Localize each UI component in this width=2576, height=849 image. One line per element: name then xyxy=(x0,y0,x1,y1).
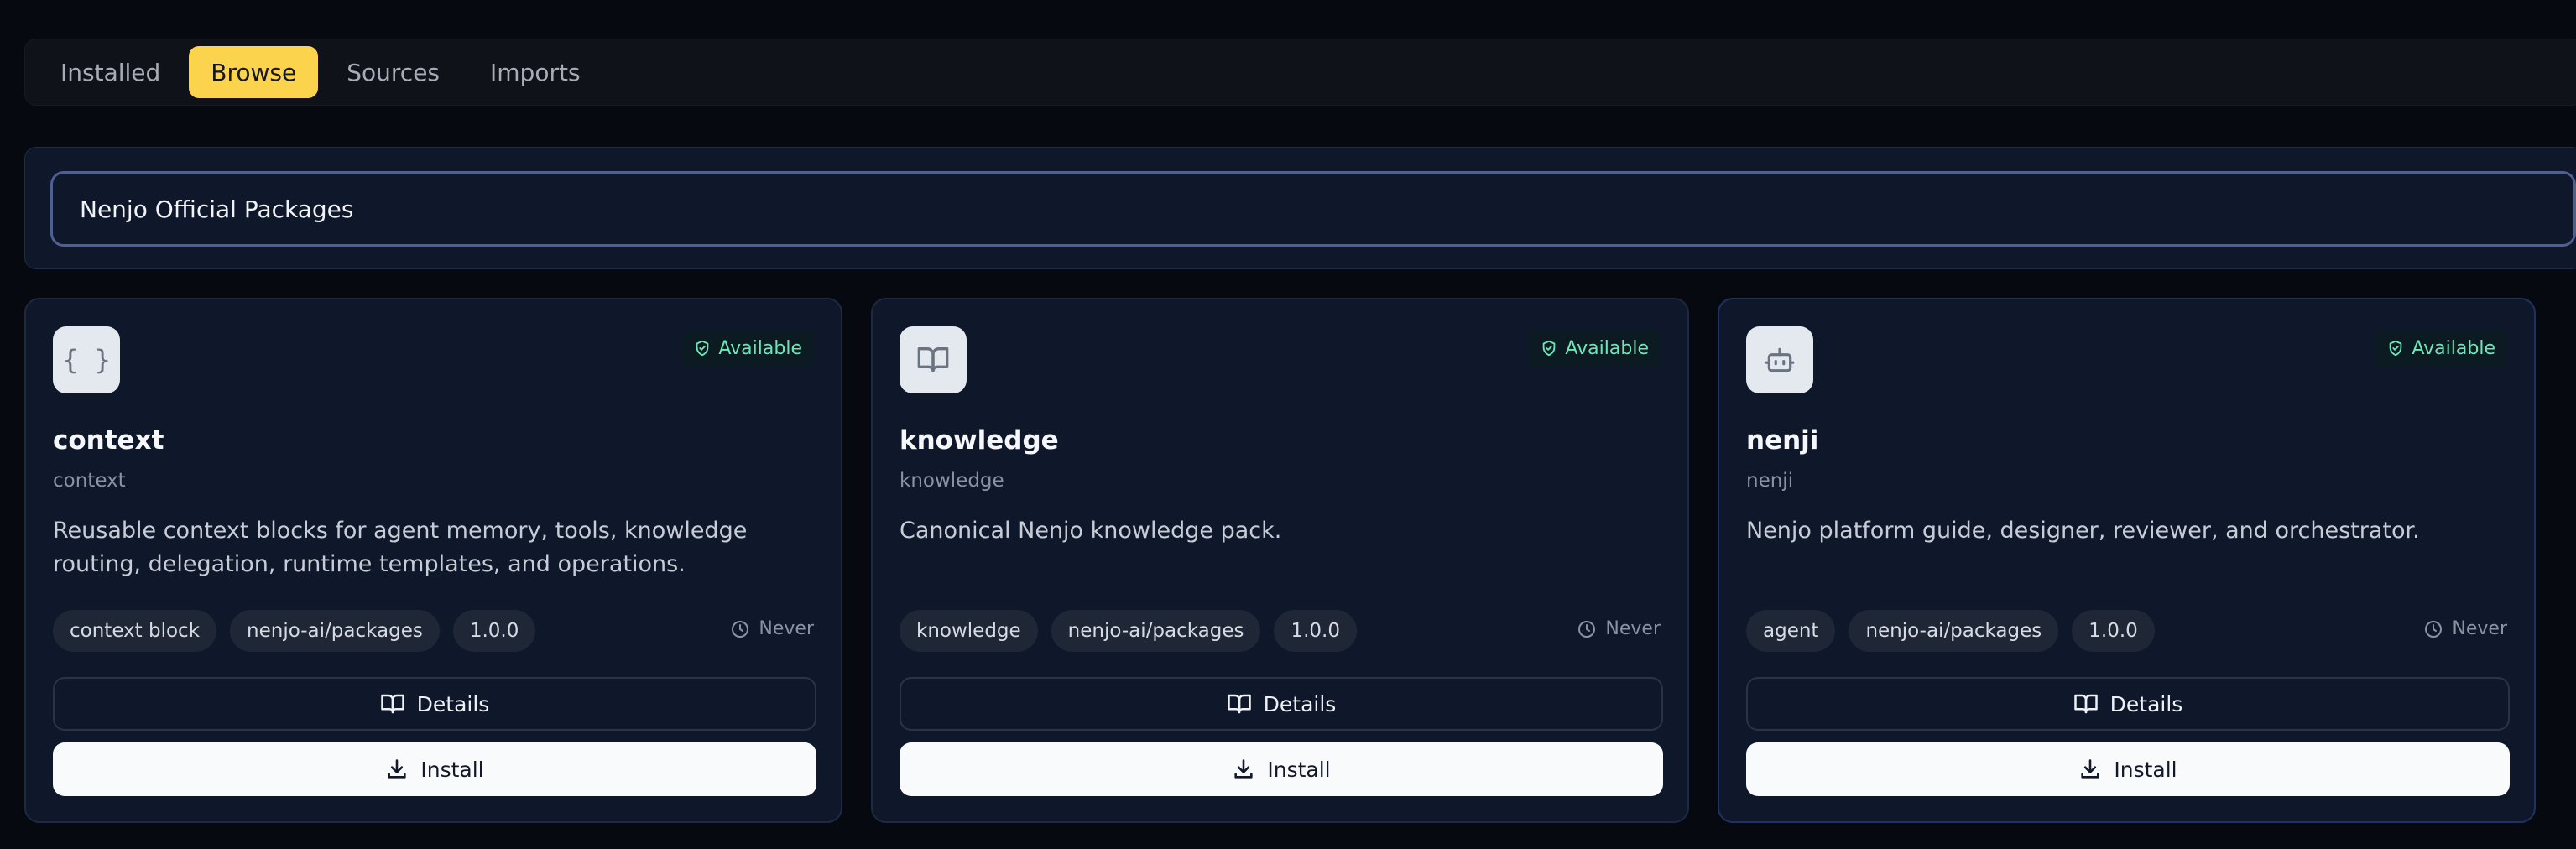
status-badge: Available xyxy=(681,330,814,367)
package-description: Canonical Nenjo knowledge pack. xyxy=(900,518,1282,544)
clock-icon xyxy=(2423,619,2443,639)
tab-bar: Installed Browse Sources Imports xyxy=(24,39,2576,106)
last-updated: Never xyxy=(1577,618,1661,639)
tag: nenjo-ai/packages xyxy=(1849,610,2059,652)
status-label: Available xyxy=(1565,337,1649,359)
details-button[interactable]: Details xyxy=(53,677,816,731)
install-button[interactable]: Install xyxy=(900,742,1663,796)
package-id: context xyxy=(53,470,126,492)
details-button[interactable]: Details xyxy=(1746,677,2510,731)
package-title: knowledge xyxy=(900,425,1059,456)
install-label: Install xyxy=(2114,757,2177,782)
tab-imports[interactable]: Imports xyxy=(468,46,602,98)
shield-check-icon xyxy=(2386,339,2405,357)
shield-check-icon xyxy=(693,339,712,357)
tag: 1.0.0 xyxy=(2072,610,2155,652)
install-button[interactable]: Install xyxy=(53,742,816,796)
details-label: Details xyxy=(416,691,490,716)
package-card-context: { } Available context context Reusable c… xyxy=(24,298,842,823)
download-icon xyxy=(2078,758,2102,781)
package-description: Nenjo platform guide, designer, reviewer… xyxy=(1746,518,2420,544)
tab-sources[interactable]: Sources xyxy=(325,46,461,98)
tab-installed[interactable]: Installed xyxy=(39,46,182,98)
tag: 1.0.0 xyxy=(1274,610,1358,652)
status-badge: Available xyxy=(1528,330,1661,367)
book-open-icon xyxy=(1227,691,1252,716)
package-card-knowledge: Available knowledge knowledge Canonical … xyxy=(871,298,1689,823)
details-button[interactable]: Details xyxy=(900,677,1663,731)
source-selector-panel: Nenjo Official Packages xyxy=(24,147,2576,269)
package-browser: Installed Browse Sources Imports Nenjo O… xyxy=(0,0,2576,849)
tag-list: context block nenjo-ai/packages 1.0.0 xyxy=(53,610,536,652)
download-icon xyxy=(385,758,409,781)
tab-browse[interactable]: Browse xyxy=(189,46,319,98)
install-button[interactable]: Install xyxy=(1746,742,2510,796)
details-label: Details xyxy=(2109,691,2183,716)
package-id: nenji xyxy=(1746,470,1794,492)
source-select[interactable]: Nenjo Official Packages xyxy=(50,171,2576,247)
last-updated-label: Never xyxy=(759,618,814,639)
last-updated-label: Never xyxy=(2452,618,2507,639)
tag: context block xyxy=(53,610,217,652)
status-badge: Available xyxy=(2375,330,2507,367)
last-updated: Never xyxy=(2423,618,2507,639)
status-label: Available xyxy=(718,337,802,359)
tag: agent xyxy=(1746,610,1836,652)
shield-check-icon xyxy=(1540,339,1558,357)
tag: knowledge xyxy=(900,610,1038,652)
package-description: Reusable context blocks for agent memory… xyxy=(53,518,748,577)
braces-icon: { } xyxy=(53,326,120,393)
details-label: Details xyxy=(1263,691,1337,716)
clock-icon xyxy=(730,619,750,639)
bot-icon xyxy=(1746,326,1813,393)
book-open-icon xyxy=(380,691,405,716)
download-icon xyxy=(1232,758,1255,781)
last-updated: Never xyxy=(730,618,814,639)
book-open-icon xyxy=(2073,691,2099,716)
install-label: Install xyxy=(1267,757,1331,782)
package-id: knowledge xyxy=(900,470,1004,492)
tag: nenjo-ai/packages xyxy=(1051,610,1261,652)
status-label: Available xyxy=(2412,337,2495,359)
last-updated-label: Never xyxy=(1605,618,1661,639)
tag-list: knowledge nenjo-ai/packages 1.0.0 xyxy=(900,610,1358,652)
tag: nenjo-ai/packages xyxy=(230,610,440,652)
clock-icon xyxy=(1577,619,1597,639)
package-title: context xyxy=(53,425,164,456)
book-icon xyxy=(900,326,967,393)
tag-list: agent nenjo-ai/packages 1.0.0 xyxy=(1746,610,2155,652)
tag: 1.0.0 xyxy=(452,610,536,652)
package-card-nenji: Available nenji nenji Nenjo platform gui… xyxy=(1718,298,2536,823)
install-label: Install xyxy=(420,757,484,782)
package-title: nenji xyxy=(1746,425,1819,456)
